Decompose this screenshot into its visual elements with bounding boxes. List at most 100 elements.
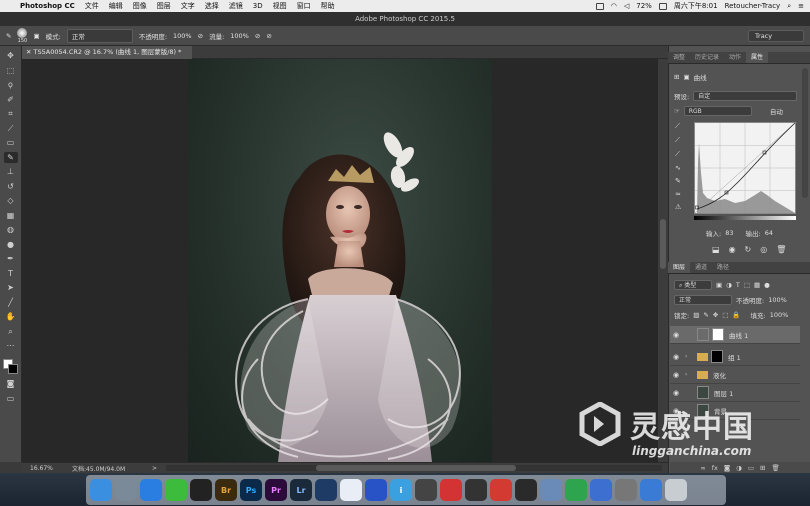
visibility-eye-icon[interactable]: ◉ [670, 407, 682, 415]
dock-app-davinci[interactable] [415, 479, 437, 501]
zoom-tool-icon[interactable]: ⌕ [4, 326, 18, 337]
shape-tool-icon[interactable]: ╱ [4, 297, 18, 308]
lasso-tool-icon[interactable]: ϙ [4, 79, 18, 90]
background-color[interactable] [7, 363, 18, 374]
menu-window[interactable]: 窗口 [297, 1, 311, 11]
menu-image[interactable]: 图像 [133, 1, 147, 11]
edit-points-icon[interactable]: ∿ [675, 164, 687, 172]
mode-select[interactable]: 正常 [66, 28, 133, 43]
input-value[interactable]: 83 [725, 229, 733, 237]
filter-kind-select[interactable]: ⌕ 类型 [674, 280, 712, 290]
pressure-size-icon[interactable]: ⊘ [266, 32, 271, 40]
user-name[interactable]: Retoucher-Tracy [725, 2, 781, 10]
dock-app-obs[interactable] [465, 479, 487, 501]
dock-app-bridge[interactable]: Br [215, 479, 237, 501]
tab-paths[interactable]: 路径 [712, 262, 734, 273]
zoom-level[interactable]: 16.67% [22, 465, 72, 472]
filter-type-icon[interactable]: T [736, 281, 740, 289]
marquee-tool-icon[interactable]: ⬚ [4, 65, 18, 76]
filter-adjust-icon[interactable]: ◑ [726, 281, 732, 289]
tab-properties[interactable]: 属性 [746, 52, 769, 63]
hand-tool-icon[interactable]: ✋ [4, 311, 18, 322]
menu-help[interactable]: 帮助 [321, 1, 335, 11]
dock-app-finder[interactable] [90, 479, 112, 501]
dock-app-safari[interactable] [140, 479, 162, 501]
layer-row[interactable]: ◉ › 液化 [670, 366, 800, 384]
dock-app-numbers[interactable] [565, 479, 587, 501]
delete-layer-icon[interactable]: 🗑 [771, 464, 779, 472]
tab-layers[interactable]: 图层 [668, 262, 691, 273]
expand-arrow-icon[interactable]: › [685, 371, 693, 378]
layer-row[interactable]: ◉ 背景 [670, 402, 800, 420]
gradient-tool-icon[interactable]: ▦ [4, 210, 18, 221]
flow-value[interactable]: 100% [230, 32, 249, 40]
dock-app-quicktime[interactable] [515, 479, 537, 501]
mask-icon[interactable]: ▣ [683, 73, 689, 81]
history-brush-tool-icon[interactable]: ↺ [4, 181, 18, 192]
curves-graph[interactable] [694, 122, 796, 214]
battery-percent[interactable]: 72% [636, 2, 652, 10]
pen-tool-icon[interactable]: ✒ [4, 253, 18, 264]
menu-layer[interactable]: 图层 [157, 1, 171, 11]
brush-panel-toggle-icon[interactable]: ▣ [33, 32, 39, 40]
move-tool-icon[interactable]: ✥ [4, 50, 18, 61]
white-eyedropper-icon[interactable]: ⟋ [675, 150, 687, 159]
dock-app-wechat[interactable] [165, 479, 187, 501]
dock-app-netease-music[interactable] [490, 479, 512, 501]
lock-artboard-icon[interactable]: ⬚ [722, 311, 728, 319]
visibility-eye-icon[interactable]: ◉ [670, 331, 682, 339]
filter-smart-icon[interactable]: ▦ [754, 281, 760, 289]
layer-mask-thumb[interactable] [712, 328, 724, 341]
menu-view[interactable]: 视图 [273, 1, 287, 11]
lock-position-icon[interactable]: ✥ [713, 311, 718, 319]
menu-file[interactable]: 文件 [85, 1, 99, 11]
wifi-icon[interactable]: ◠ [611, 2, 617, 10]
menu-type[interactable]: 文字 [181, 1, 195, 11]
dock-app-trash[interactable] [665, 479, 687, 501]
menu-3d[interactable]: 3D [253, 2, 263, 10]
app-menu[interactable]: Photoshop CC [20, 2, 75, 10]
status-menu-arrow[interactable]: > [152, 465, 166, 472]
document-tab[interactable]: ✕ TS5A0054.CR2 @ 16.7% (曲线 1, 图层蒙版/8) * [22, 46, 192, 59]
visibility-eye-icon[interactable]: ◉ [670, 389, 682, 397]
crop-tool-icon[interactable]: ⌗ [4, 108, 18, 119]
clock[interactable]: 周六下午8:01 [674, 1, 718, 11]
clip-warning-icon[interactable]: ⚠ [675, 203, 687, 211]
auto-button[interactable]: 自动 [770, 106, 783, 116]
brush-tool-icon[interactable]: ✎ [3, 151, 18, 163]
search-icon[interactable]: ⌕ [787, 2, 791, 11]
more-tools-icon[interactable]: ⋯ [4, 340, 18, 351]
blur-tool-icon[interactable]: ◍ [4, 224, 18, 235]
status-icon[interactable] [595, 2, 604, 10]
menu-filter[interactable]: 滤镜 [229, 1, 243, 11]
group-mask-thumb[interactable] [711, 350, 723, 363]
scroll-thumb[interactable] [316, 465, 516, 471]
filter-toggle-icon[interactable]: ● [764, 281, 770, 289]
canvas-vertical-scrollbar[interactable] [658, 59, 668, 462]
fx-icon[interactable]: fx [712, 464, 718, 472]
target-adjust-icon[interactable]: ☞ [674, 107, 680, 115]
tab-channels[interactable]: 通道 [690, 262, 712, 273]
channel-select[interactable]: RGB [683, 106, 752, 116]
quick-mask-icon[interactable]: ◙ [4, 378, 18, 389]
dock-app-photoshop[interactable]: Ps [240, 479, 262, 501]
reset-icon[interactable]: ↻ [745, 245, 752, 254]
new-layer-icon[interactable]: ⊞ [760, 464, 765, 472]
workspace-select[interactable]: Tracy [748, 29, 804, 42]
tab-history[interactable]: 历史记录 [690, 52, 724, 63]
dock-app-cinema4d[interactable] [315, 479, 337, 501]
pressure-opacity-icon[interactable]: ⊘ [198, 32, 203, 40]
dock-app-baidu-netdisk[interactable] [340, 479, 362, 501]
dock-app-launchpad[interactable] [115, 479, 137, 501]
gray-eyedropper-icon[interactable]: ⟋ [675, 136, 687, 145]
new-adjustment-icon[interactable]: ◑ [736, 464, 742, 472]
output-value[interactable]: 64 [765, 229, 773, 237]
visibility-eye-icon[interactable]: ◉ [670, 353, 682, 361]
healing-tool-icon[interactable]: ▭ [4, 137, 18, 148]
lock-pixels-icon[interactable]: ▨ [693, 311, 699, 319]
opacity-value[interactable]: 100% [173, 32, 192, 40]
view-previous-icon[interactable]: ◉ [729, 245, 736, 254]
dodge-tool-icon[interactable]: ● [4, 239, 18, 250]
layer-row[interactable]: ◉ 曲线 1 [670, 326, 800, 344]
new-group-icon[interactable]: ▭ [748, 464, 754, 472]
